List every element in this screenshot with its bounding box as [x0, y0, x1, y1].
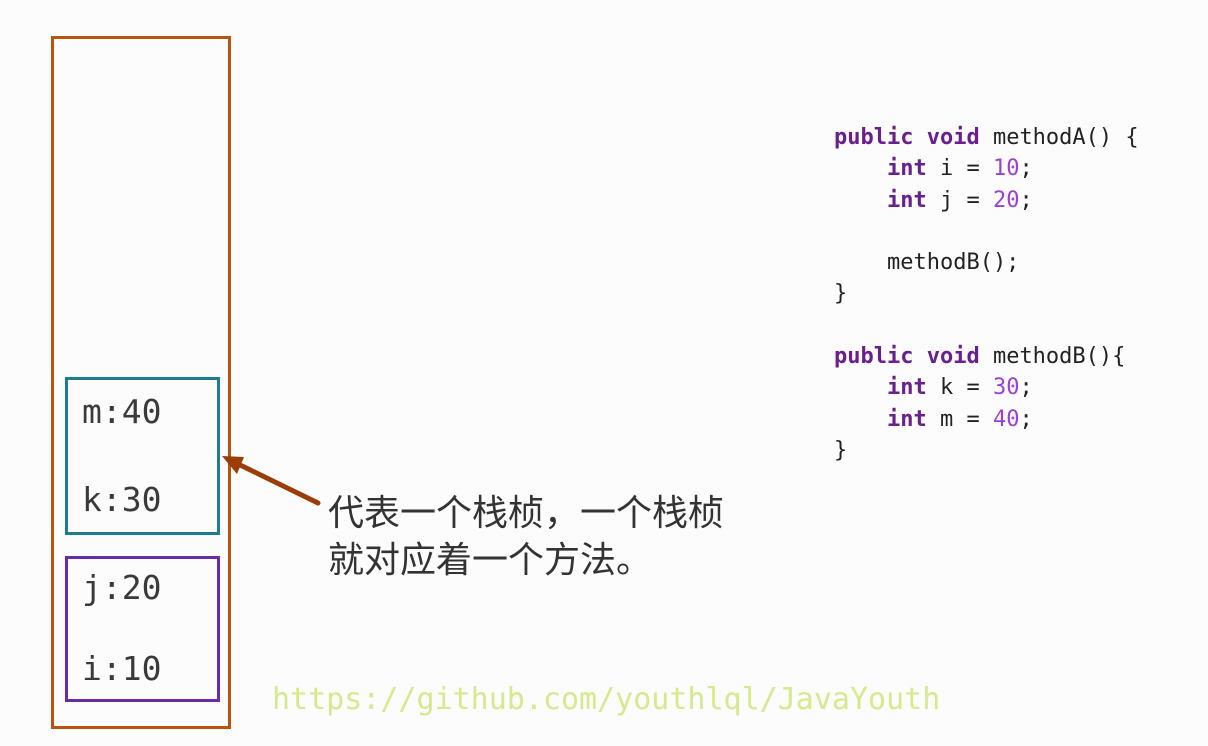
code-line: public void methodB(){	[834, 341, 1139, 372]
watermark-url: https://github.com/youthlql/JavaYouth	[272, 682, 941, 717]
code-keyword: int	[886, 375, 927, 401]
code-keyword: public void	[834, 125, 980, 150]
code-text: methodB(){	[979, 344, 1126, 370]
code-text: }	[834, 281, 848, 307]
code-text: ;	[1019, 375, 1033, 401]
code-line: int k = 30;	[834, 372, 1139, 403]
code-line: }	[834, 435, 1139, 466]
annotation-line: 就对应着一个方法。	[328, 540, 653, 581]
code-keyword: int	[886, 156, 927, 182]
annotation-text: 代表一个栈桢，一个栈桢 就对应着一个方法。	[328, 490, 724, 584]
code-number: 10	[992, 156, 1020, 182]
code-text: ;	[1019, 156, 1033, 182]
code-text: methodA() {	[979, 125, 1139, 150]
code-line: int m = 40;	[834, 404, 1139, 435]
code-line: public void methodA() {	[834, 122, 1139, 153]
code-keyword: public void	[834, 344, 980, 370]
code-line: int i = 10;	[834, 153, 1139, 184]
code-text: ;	[1019, 406, 1033, 432]
code-keyword: int	[886, 187, 927, 213]
code-text: }	[834, 437, 848, 463]
code-keyword: int	[886, 406, 927, 432]
annotation-line: 代表一个栈桢，一个栈桢	[328, 493, 725, 534]
code-block: public void methodA() { int i = 10; int …	[834, 122, 1139, 466]
code-number: 30	[992, 375, 1020, 401]
code-text: methodB();	[834, 250, 1020, 276]
code-text: m =	[926, 406, 993, 432]
code-line: int j = 20;	[834, 185, 1139, 216]
code-line: methodB();	[834, 247, 1139, 278]
code-number: 40	[992, 406, 1020, 432]
code-text: i =	[926, 156, 993, 182]
code-text: ;	[1019, 187, 1033, 213]
code-text: j =	[926, 187, 993, 213]
code-text: k =	[926, 375, 993, 401]
code-line: }	[834, 278, 1139, 309]
code-number: 20	[992, 187, 1020, 213]
